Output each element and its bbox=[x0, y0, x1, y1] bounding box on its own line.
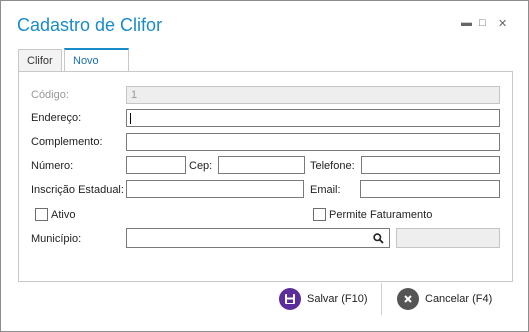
permite-faturamento-checkbox[interactable] bbox=[313, 208, 326, 221]
cancel-button[interactable]: Cancelar (F4) bbox=[397, 287, 492, 311]
inscricao-estadual-label: Inscrição Estadual: bbox=[31, 184, 124, 196]
tab-clifor-label: Clifor bbox=[27, 55, 53, 67]
form-panel: Código: 1 Endereço: Complemento: Número:… bbox=[18, 71, 513, 282]
municipio-code-field bbox=[396, 228, 500, 248]
ativo-checkbox[interactable] bbox=[35, 208, 48, 221]
inscricao-estadual-field[interactable] bbox=[126, 180, 304, 198]
save-label: Salvar (F10) bbox=[307, 293, 368, 305]
telefone-field[interactable] bbox=[361, 156, 500, 174]
maximize-button[interactable]: □ bbox=[479, 17, 486, 29]
numero-field[interactable] bbox=[126, 156, 186, 174]
permite-faturamento-label: Permite Faturamento bbox=[329, 209, 433, 221]
save-button[interactable]: Salvar (F10) bbox=[279, 287, 368, 311]
email-field[interactable] bbox=[360, 180, 500, 198]
footer-divider bbox=[381, 283, 382, 315]
cep-field[interactable] bbox=[218, 156, 305, 174]
telefone-label: Telefone: bbox=[310, 160, 355, 172]
ativo-label: Ativo bbox=[51, 209, 76, 221]
text-caret bbox=[130, 113, 131, 124]
cep-label: Cep: bbox=[189, 160, 213, 172]
window-title: Cadastro de Clifor bbox=[17, 15, 163, 35]
dialog-window: Cadastro de Clifor ▬ □ ✕ Clifor Novo End… bbox=[0, 0, 529, 332]
search-icon[interactable] bbox=[373, 233, 384, 244]
minimize-button[interactable]: ▬ bbox=[461, 17, 472, 29]
close-circle-icon bbox=[397, 288, 419, 310]
tab-novo-endereco[interactable]: Novo Endereço ✕ bbox=[64, 48, 130, 111]
email-label: Email: bbox=[310, 184, 341, 196]
endereco-label: Endereço: bbox=[31, 112, 82, 124]
municipio-label: Município: bbox=[31, 233, 82, 245]
municipio-field[interactable] bbox=[126, 228, 390, 248]
close-button[interactable]: ✕ bbox=[498, 17, 507, 30]
codigo-field: 1 bbox=[126, 86, 500, 104]
tab-clifor[interactable]: Clifor bbox=[18, 49, 62, 72]
floppy-disk-icon bbox=[279, 288, 301, 310]
codigo-label: Código: bbox=[31, 89, 69, 101]
cancel-label: Cancelar (F4) bbox=[425, 293, 493, 305]
endereco-field[interactable] bbox=[126, 109, 500, 127]
complemento-label: Complemento: bbox=[31, 136, 103, 148]
complemento-field[interactable] bbox=[126, 133, 500, 151]
numero-label: Número: bbox=[31, 160, 74, 172]
